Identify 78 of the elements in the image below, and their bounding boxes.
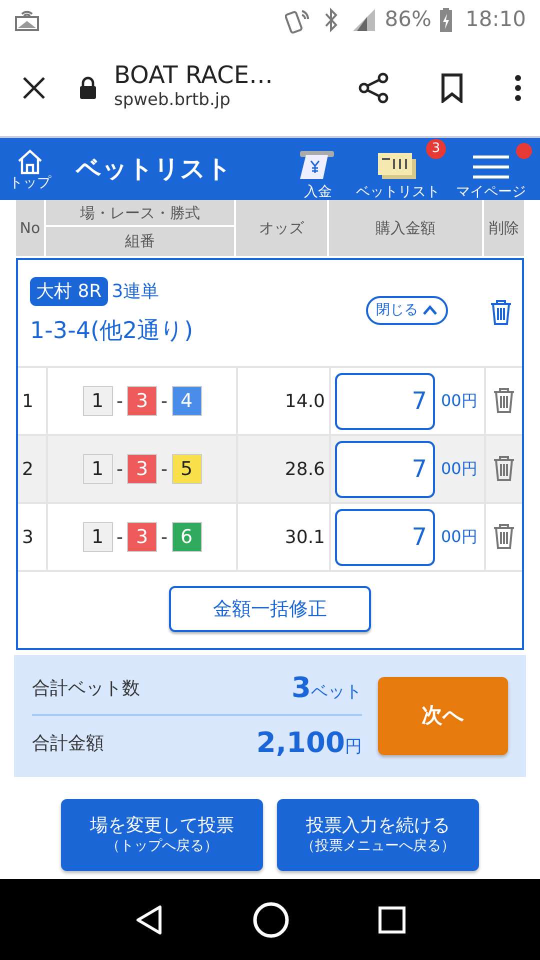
column-header: No bbox=[18, 218, 42, 239]
header-action[interactable]: 入金 bbox=[290, 139, 346, 199]
column-header: 場・レース・勝式 bbox=[46, 201, 234, 227]
bulk-edit-button[interactable]: 金額一括修正 bbox=[169, 586, 371, 632]
header-action[interactable]: ベットリスト 3 bbox=[350, 139, 446, 199]
dash: - bbox=[116, 526, 123, 550]
trash-icon[interactable] bbox=[491, 454, 517, 484]
column-header: オッズ bbox=[234, 200, 327, 256]
trash-icon[interactable] bbox=[491, 522, 517, 552]
battery-icon bbox=[439, 7, 454, 33]
dash: - bbox=[116, 458, 123, 482]
amount-field[interactable]: 7 bbox=[335, 508, 435, 566]
amount-unit: 00円 bbox=[441, 526, 478, 548]
column-header: 削除 bbox=[482, 200, 524, 256]
amount-unit: 00円 bbox=[441, 458, 478, 480]
summary-unit: ベット bbox=[311, 682, 362, 702]
dash: - bbox=[161, 390, 168, 414]
home-button-icon[interactable] bbox=[252, 901, 290, 939]
bookmark-icon[interactable] bbox=[440, 73, 464, 103]
battery-percent: 86% bbox=[384, 6, 432, 34]
nav-button[interactable]: 場を変更して投票 （トップへ戻る） bbox=[61, 799, 263, 871]
count-badge: 3 bbox=[426, 139, 446, 159]
header-action[interactable]: マイページ bbox=[450, 139, 532, 199]
boat-number: 5 bbox=[172, 454, 202, 484]
back-icon[interactable] bbox=[134, 904, 164, 936]
page-title: BOAT RACE… bbox=[114, 62, 274, 88]
boat-number: 3 bbox=[127, 454, 157, 484]
column-header: 組番 bbox=[124, 231, 156, 252]
home-link[interactable]: トップ bbox=[8, 148, 52, 190]
boat-number: 6 bbox=[172, 522, 202, 552]
boat-number: 3 bbox=[127, 386, 157, 416]
summary-label: 合計金額 bbox=[32, 732, 104, 756]
home-icon bbox=[16, 148, 44, 176]
action-label: ベットリスト bbox=[356, 185, 440, 199]
recents-icon[interactable] bbox=[378, 906, 406, 934]
trash-icon[interactable] bbox=[491, 386, 517, 416]
row-number: 1 bbox=[21, 390, 34, 414]
summary-value: 3 bbox=[292, 671, 311, 704]
boat-number: 1 bbox=[82, 522, 112, 552]
odds-value: 30.1 bbox=[284, 526, 325, 550]
app-title: ベットリスト bbox=[76, 153, 233, 186]
dash: - bbox=[116, 390, 123, 414]
dash: - bbox=[161, 526, 168, 550]
close-icon[interactable] bbox=[22, 76, 46, 100]
clock: 18:10 bbox=[465, 6, 526, 34]
collapse-button[interactable]: 閉じる bbox=[366, 296, 448, 324]
bet-summary: 1-3-4(他2通り) bbox=[30, 317, 194, 346]
bluetooth-icon bbox=[322, 7, 339, 33]
more-icon[interactable] bbox=[514, 74, 522, 102]
summary-unit: 円 bbox=[345, 737, 362, 757]
summary-value: 2,100 bbox=[256, 726, 345, 759]
column-header: 購入金額 bbox=[327, 200, 482, 256]
action-label: 入金 bbox=[304, 185, 332, 199]
row-number: 2 bbox=[21, 458, 34, 482]
page-url: spweb.brtb.jp bbox=[114, 89, 232, 112]
trash-icon[interactable] bbox=[488, 298, 514, 328]
row-number: 3 bbox=[21, 526, 34, 550]
amount-unit: 00円 bbox=[441, 390, 478, 412]
chevron-icon bbox=[422, 304, 438, 316]
nav-button[interactable]: 投票入力を続ける （投票メニューへ戻る） bbox=[277, 799, 479, 871]
odds-value: 14.0 bbox=[284, 390, 325, 414]
boat-number: 1 bbox=[82, 386, 112, 416]
cast-icon bbox=[14, 8, 40, 32]
lock-icon bbox=[78, 76, 98, 100]
summary-label: 合計ベット数 bbox=[32, 676, 140, 700]
odds-value: 28.6 bbox=[284, 458, 325, 482]
boat-number: 1 bbox=[82, 454, 112, 484]
amount-field[interactable]: 7 bbox=[335, 440, 435, 498]
home-label: トップ bbox=[9, 176, 51, 190]
venue-tag: 大村 8R bbox=[30, 277, 108, 306]
action-label: マイページ bbox=[456, 185, 526, 199]
dash: - bbox=[161, 458, 168, 482]
share-icon[interactable] bbox=[358, 72, 390, 104]
amount-field[interactable]: 7 bbox=[335, 372, 435, 430]
next-button[interactable]: 次へ bbox=[378, 677, 508, 755]
boat-number: 4 bbox=[172, 386, 202, 416]
boat-number: 3 bbox=[127, 522, 157, 552]
bet-type: 3連単 bbox=[112, 280, 160, 304]
